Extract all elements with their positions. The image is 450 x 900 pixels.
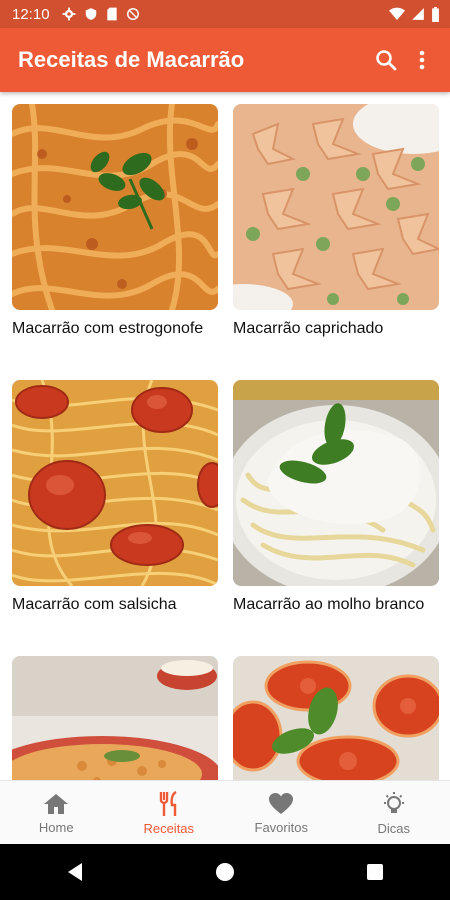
nav-receitas[interactable]: Receitas [113,790,225,836]
recipe-grid: Macarrão com estrogonofe Macarrão capric… [0,92,450,780]
recipe-image [12,104,218,310]
fork-knife-icon [159,790,177,816]
status-notification-icons [62,7,140,21]
heart-icon [269,792,294,814]
recipe-image [12,656,218,780]
recipe-card[interactable]: Macarrão ao molho branco [233,380,439,614]
status-time: 12:10 [12,5,50,23]
recipe-title: Macarrão ao molho branco [233,596,425,613]
app-bar: Receitas de Macarrão [0,28,450,92]
home-icon [44,793,69,814]
recents-icon[interactable] [366,863,384,881]
status-system-icons [389,6,440,22]
recipe-card[interactable] [233,656,439,780]
recipe-image [12,380,218,586]
battery-icon [432,6,439,22]
nav-dicas-label: Dicas [377,820,410,836]
gear-icon [62,7,75,21]
back-icon[interactable] [66,862,84,882]
signal-icon [412,8,424,20]
recipe-image [233,380,439,586]
recipe-image [233,104,439,310]
recipe-card[interactable]: Macarrão com estrogonofe [12,104,218,338]
system-navigation-bar [0,844,450,900]
nav-receitas-label: Receitas [143,820,195,836]
lightbulb-icon [383,791,404,813]
recipe-card[interactable]: Macarrão caprichado [233,104,439,338]
nav-favoritos-label: Favoritos [254,819,308,835]
recipe-card[interactable]: Macarrão com salsicha [12,380,218,614]
nav-dicas[interactable]: Dicas [338,791,450,836]
status-bar: 12:10 [0,0,450,28]
recipe-title: Macarrão com salsicha [12,596,177,613]
nav-favoritos[interactable]: Favoritos [225,792,337,835]
nav-home-label: Home [38,819,74,835]
wifi-icon [389,7,405,21]
home-circle-icon[interactable] [215,862,235,882]
recipe-image [233,656,439,780]
bottom-navigation: Home Receitas Favoritos Dicas [0,780,450,845]
recipe-title: Macarrão caprichado [233,320,384,337]
search-icon[interactable] [374,48,398,72]
shield-icon [85,8,96,20]
nav-home[interactable]: Home [0,792,112,835]
no-sim-icon [126,8,139,20]
app-title: Receitas de Macarrão [18,47,245,72]
sd-card-icon [106,7,117,21]
more-vert-icon[interactable] [412,48,432,72]
recipe-card[interactable] [12,656,218,780]
recipe-title: Macarrão com estrogonofe [12,320,204,337]
